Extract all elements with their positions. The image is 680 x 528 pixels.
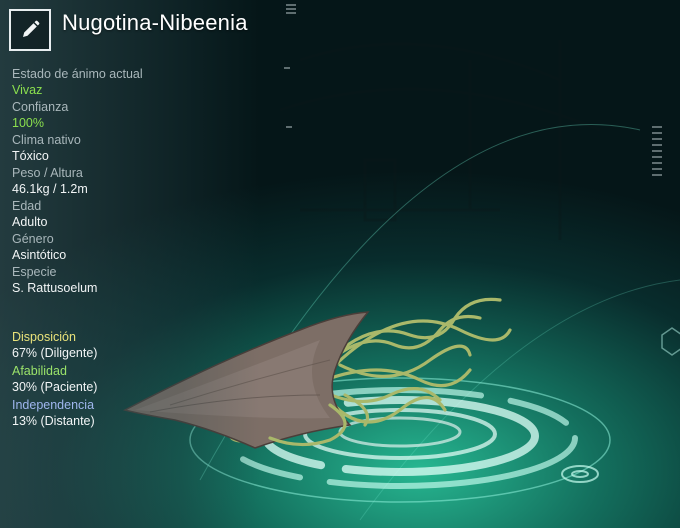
stat-label: Edad [12, 199, 42, 213]
stat-age: Edad Adulto [12, 199, 232, 230]
pencil-icon [23, 20, 40, 37]
stat-species: Especie S. Rattusoelum [12, 265, 232, 296]
creature-name: Nugotina-Nibeenia [62, 10, 248, 35]
trait-label: Disposición [12, 330, 76, 344]
trait-value: 30% (Paciente) [12, 380, 98, 394]
trait-affability: Afabilidad 30% (Paciente) [12, 364, 232, 395]
stat-weight-height: Peso / Altura 46.1kg / 1.2m [12, 166, 232, 197]
stat-value: 46.1kg / 1.2m [12, 182, 88, 196]
trait-value: 67% (Diligente) [12, 346, 98, 360]
stat-label: Clima nativo [12, 133, 81, 147]
trait-independence: Independencia 13% (Distante) [12, 398, 232, 429]
stat-trust: Confianza 100% [12, 100, 232, 131]
trait-label: Afabilidad [12, 364, 67, 378]
creature-stats: Estado de ánimo actual Vivaz Confianza 1… [12, 67, 232, 298]
stat-mood: Estado de ánimo actual Vivaz [12, 67, 232, 98]
stat-label: Estado de ánimo actual [12, 67, 143, 81]
stat-value: Vivaz [12, 83, 43, 97]
stat-label: Peso / Altura [12, 166, 83, 180]
trait-disposition: Disposición 67% (Diligente) [12, 330, 232, 361]
stat-value: S. Rattusoelum [12, 281, 98, 295]
edit-name-button[interactable] [9, 9, 51, 51]
stat-value: Asintótico [12, 248, 67, 262]
stat-value: 100% [12, 116, 44, 130]
stat-native-climate: Clima nativo Tóxico [12, 133, 232, 164]
trait-value: 13% (Distante) [12, 414, 95, 428]
stat-label: Confianza [12, 100, 69, 114]
trait-label: Independencia [12, 398, 95, 412]
stat-value: Tóxico [12, 149, 49, 163]
stat-label: Especie [12, 265, 57, 279]
stat-gender: Género Asintótico [12, 232, 232, 263]
stat-label: Género [12, 232, 54, 246]
creature-traits: Disposición 67% (Diligente) Afabilidad 3… [12, 330, 232, 432]
stat-value: Adulto [12, 215, 48, 229]
